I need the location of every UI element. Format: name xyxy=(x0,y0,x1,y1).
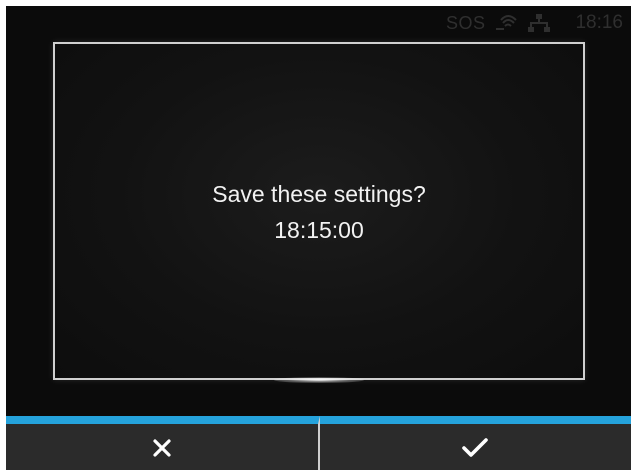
dialog-value: 18:15:00 xyxy=(274,217,364,243)
close-icon xyxy=(152,436,172,458)
dialog-message: Save these settings? xyxy=(212,181,426,207)
confirm-button[interactable] xyxy=(319,416,631,470)
network-icon xyxy=(527,13,551,33)
wifi-signal-icon xyxy=(495,14,518,32)
dialog-content: Save these settings? 18:15:00 xyxy=(55,176,583,248)
confirmation-dialog: Save these settings? 18:15:00 xyxy=(53,42,585,383)
device-screen: SOS 18:16 Save these settings? 18:15:00 xyxy=(6,6,631,470)
dialog-glow xyxy=(274,377,364,383)
checkmark-icon xyxy=(462,436,489,458)
button-bar xyxy=(6,416,631,470)
clock: 18:16 xyxy=(575,12,623,33)
sos-indicator: SOS xyxy=(445,12,486,33)
cancel-button[interactable] xyxy=(6,416,320,470)
status-bar: SOS 18:16 xyxy=(6,6,631,40)
